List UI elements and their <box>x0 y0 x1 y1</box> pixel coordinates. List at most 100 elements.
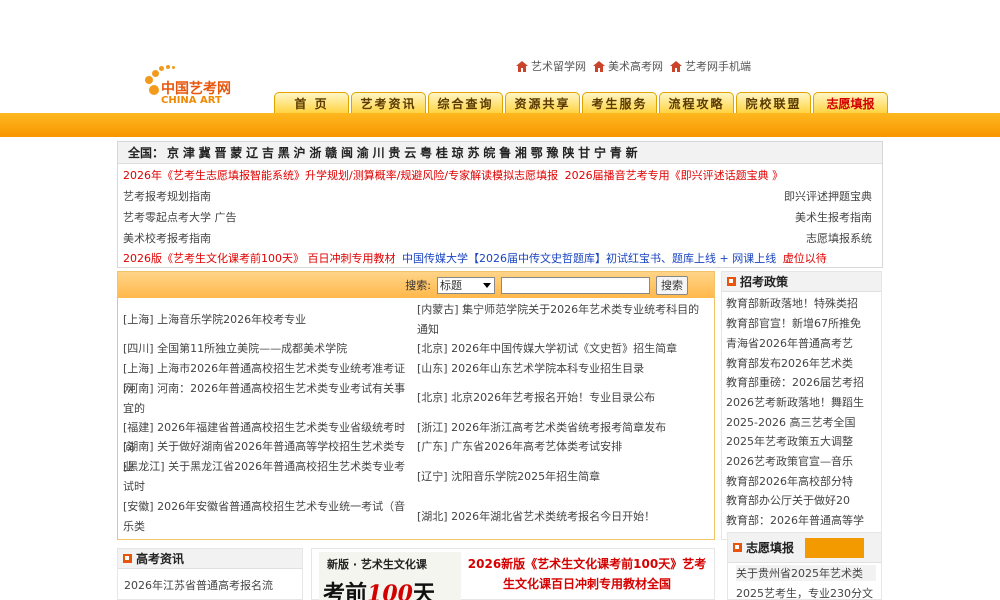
news-item[interactable]: [黑龙江] 关于黑龙江省2026年普通高校招生艺术类专业考试时 <box>123 457 415 497</box>
province-link[interactable]: 晋 <box>214 146 226 160</box>
province-link[interactable]: 豫 <box>547 146 559 160</box>
policy-item[interactable]: 教育部新政落地！特殊类招 <box>726 295 876 311</box>
news-item[interactable]: [北京] 北京2026年艺考报名开始！专业目录公布 <box>417 388 709 408</box>
promo-book-image-line1: 新版 · 艺术生文化课 <box>327 558 427 571</box>
province-link[interactable]: 浙 <box>309 146 321 160</box>
province-link[interactable]: 苏 <box>467 146 479 160</box>
news-item[interactable]: [湖北] 2026年湖北省艺术类统考报名今日开始！ <box>417 507 709 527</box>
province-link[interactable]: 贵 <box>388 146 400 160</box>
province-link[interactable]: 青 <box>610 146 622 160</box>
news-item[interactable]: [广东] 广东省2026年高考艺体类考试安排 <box>417 437 709 457</box>
news-item[interactable]: [北京] 2026年中国传媒大学初试《文史哲》招生简章 <box>417 339 709 359</box>
province-link[interactable]: 辽 <box>246 146 258 160</box>
top-link-label: 美术高考网 <box>608 60 663 73</box>
site-logo[interactable]: 中国艺考网 CHINA ART <box>140 62 250 110</box>
policy-item[interactable]: 教育部2026年高校部分特 <box>726 473 876 489</box>
province-link[interactable]: 渝 <box>357 146 369 160</box>
top-link-label: 艺考网手机端 <box>685 60 751 73</box>
province-link[interactable]: 桂 <box>436 146 448 160</box>
policy-item[interactable]: 教育部办公厅关于做好20 <box>726 492 876 508</box>
policy-title[interactable]: 招考政策 <box>740 273 788 290</box>
news-item[interactable]: [四川] 全国第11所独立美院——成都美术学院 <box>123 339 415 359</box>
province-link[interactable]: 甘 <box>578 146 590 160</box>
province-link[interactable]: 黑 <box>278 146 290 160</box>
gaokao-title[interactable]: 高考资讯 <box>136 550 184 567</box>
promo-link-art-guide[interactable]: 美术生报考指南 <box>795 209 872 225</box>
province-link[interactable]: 皖 <box>483 146 495 160</box>
promo-link-plan[interactable]: 艺考报考规划指南 <box>123 188 211 204</box>
province-link[interactable]: 川 <box>373 146 385 160</box>
news-item[interactable]: [河南] 河南：2026年普通高校招生艺术类专业考试有关事宜的 <box>123 379 415 419</box>
region-label: 全国： <box>128 146 165 160</box>
province-link[interactable]: 津 <box>183 146 195 160</box>
policy-item[interactable]: 青海省2026年普通高考艺 <box>726 335 876 351</box>
search-input[interactable] <box>501 276 650 294</box>
search-button[interactable]: 搜索 <box>656 275 688 295</box>
nav-tab-home[interactable]: 首 页 <box>274 92 349 114</box>
province-link[interactable]: 新 <box>626 146 638 160</box>
policy-item[interactable]: 教育部重磅：2026届艺考招 <box>726 374 876 390</box>
province-link[interactable]: 粤 <box>420 146 432 160</box>
policy-item[interactable]: 2025年艺考政策五大调整 <box>726 433 876 449</box>
province-link[interactable]: 京 <box>167 146 179 160</box>
province-link[interactable]: 鲁 <box>499 146 511 160</box>
news-item[interactable]: [上海] 上海音乐学院2026年校考专业 <box>123 310 415 330</box>
province-link[interactable]: 鄂 <box>531 146 543 160</box>
province-link[interactable]: 蒙 <box>230 146 242 160</box>
promo-link-cuc[interactable]: 中国传媒大学【2026届中传文史哲题库】初试红宝书、题库上线 + 网课上线 <box>402 252 776 265</box>
nav-tab-query[interactable]: 综合查询 <box>428 92 503 114</box>
promo-link-zero-start[interactable]: 艺考零起点考大学 广告 <box>123 209 237 225</box>
nav-tab-news[interactable]: 艺考资讯 <box>351 92 426 114</box>
nav-tab-colleges[interactable]: 院校联盟 <box>736 92 811 114</box>
promo-row-5: 2026版《艺考生文化课考前100天》 百日冲刺专用教材 中国传媒大学【2026… <box>123 250 827 266</box>
news-item[interactable]: [安徽] 2026年安徽省普通高校招生艺术专业统一考试（音乐类 <box>123 497 415 537</box>
policy-item[interactable]: 2025-2026 高三艺考全国 <box>726 414 876 430</box>
volunteer-item[interactable]: 2025艺考生，专业230分文 <box>736 585 876 600</box>
promo-link-school-exam[interactable]: 美术校考报考指南 <box>123 230 211 246</box>
province-link[interactable]: 宁 <box>594 146 606 160</box>
province-link[interactable]: 冀 <box>199 146 211 160</box>
news-item[interactable]: [内蒙古] 集宁师范学院关于2026年艺术类专业统考科目的通知 <box>417 300 709 340</box>
gaokao-item[interactable]: 2026年江苏省普通高考报名流 <box>124 577 300 593</box>
nav-tab-volunteer[interactable]: 志愿填报 <box>813 92 888 114</box>
province-link[interactable]: 湘 <box>515 146 527 160</box>
policy-item[interactable]: 2026艺考政策官宣—音乐 <box>726 453 876 469</box>
promo-book-image[interactable]: 新版 · 艺术生文化课 考前100天 <box>319 552 461 600</box>
province-link[interactable]: 赣 <box>325 146 337 160</box>
promo-link-100days[interactable]: 2026版《艺考生文化课考前100天》 百日冲刺专用教材 <box>123 252 396 265</box>
promo-link-volunteer[interactable]: 志愿填报系统 <box>806 230 872 246</box>
top-link-mobile[interactable]: 艺考网手机端 <box>670 58 751 74</box>
top-link-art-gaokao[interactable]: 美术高考网 <box>593 58 663 74</box>
nav-tab-services[interactable]: 考生服务 <box>582 92 657 114</box>
province-list: 京津冀晋蒙辽吉黑沪浙赣闽渝川贵云粤桂琼苏皖鲁湘鄂豫陕甘宁青新 <box>167 144 641 161</box>
volunteer-title[interactable]: 志愿填报 <box>746 539 794 556</box>
news-item[interactable]: [浙江] 2026年浙江高考艺术类省统考报考简章发布 <box>417 418 709 438</box>
province-link[interactable]: 云 <box>404 146 416 160</box>
province-link[interactable]: 吉 <box>262 146 274 160</box>
volunteer-item[interactable]: 关于贵州省2025年艺术类 <box>736 565 876 581</box>
top-link-art-study-abroad[interactable]: 艺术留学网 <box>516 58 586 74</box>
home-icon <box>593 60 605 72</box>
nav-tab-guide[interactable]: 流程攻略 <box>659 92 734 114</box>
nav-tab-resources[interactable]: 资源共享 <box>505 92 580 114</box>
policy-item[interactable]: 教育部官宣！新增67所推免 <box>726 315 876 331</box>
news-item[interactable]: [辽宁] 沈阳音乐学院2025年招生简章 <box>417 467 709 487</box>
province-link[interactable]: 闽 <box>341 146 353 160</box>
logo-dot <box>145 76 153 84</box>
promo-book-title[interactable]: 2026新版《艺术生文化课考前100天》艺考生文化课百日冲刺专用教材全国 <box>467 554 707 594</box>
section-bullet-icon <box>727 277 736 286</box>
policy-item[interactable]: 2026艺考新政落地！舞蹈生 <box>726 394 876 410</box>
policy-item[interactable]: 教育部发布2026年艺术类 <box>726 355 876 371</box>
volunteer-banner[interactable] <box>805 538 864 558</box>
province-link[interactable]: 陕 <box>562 146 574 160</box>
province-link[interactable]: 沪 <box>294 146 306 160</box>
promo-link-commentary[interactable]: 即兴评述押题宝典 <box>784 188 872 204</box>
region-box: 全国： 京津冀晋蒙辽吉黑沪浙赣闽渝川贵云粤桂琼苏皖鲁湘鄂豫陕甘宁青新 2026年… <box>117 141 883 268</box>
policy-item[interactable]: 教育部：2026年普通高等学 <box>726 512 876 528</box>
promo-link-vacant[interactable]: 虚位以待 <box>783 252 827 265</box>
promo-link-broadcast[interactable]: 2026届播音艺考专用《即兴评述话题宝典 》 <box>565 169 784 182</box>
promo-link-volunteer-system[interactable]: 2026年《艺考生志愿填报智能系统》升学规划/测算概率/规避风险/专家解读模拟志… <box>123 169 558 182</box>
news-item[interactable]: [山东] 2026年山东艺术学院本科专业招生目录 <box>417 359 709 379</box>
province-link[interactable]: 琼 <box>452 146 464 160</box>
search-field-select[interactable]: 标题 <box>437 276 495 294</box>
